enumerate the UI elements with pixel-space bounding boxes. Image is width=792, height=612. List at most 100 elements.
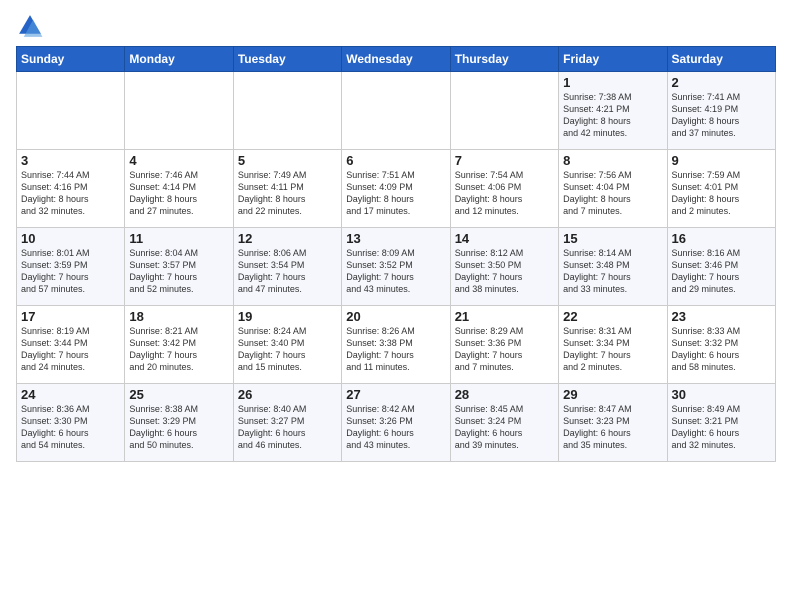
calendar-cell: 24Sunrise: 8:36 AM Sunset: 3:30 PM Dayli… (17, 384, 125, 462)
day-info: Sunrise: 8:12 AM Sunset: 3:50 PM Dayligh… (455, 247, 554, 296)
calendar-cell: 21Sunrise: 8:29 AM Sunset: 3:36 PM Dayli… (450, 306, 558, 384)
calendar-cell: 20Sunrise: 8:26 AM Sunset: 3:38 PM Dayli… (342, 306, 450, 384)
day-info: Sunrise: 8:01 AM Sunset: 3:59 PM Dayligh… (21, 247, 120, 296)
day-info: Sunrise: 8:47 AM Sunset: 3:23 PM Dayligh… (563, 403, 662, 452)
day-info: Sunrise: 8:33 AM Sunset: 3:32 PM Dayligh… (672, 325, 771, 374)
day-info: Sunrise: 8:42 AM Sunset: 3:26 PM Dayligh… (346, 403, 445, 452)
calendar-week-2: 3Sunrise: 7:44 AM Sunset: 4:16 PM Daylig… (17, 150, 776, 228)
calendar-cell: 28Sunrise: 8:45 AM Sunset: 3:24 PM Dayli… (450, 384, 558, 462)
col-header-thursday: Thursday (450, 47, 558, 72)
calendar-cell: 22Sunrise: 8:31 AM Sunset: 3:34 PM Dayli… (559, 306, 667, 384)
calendar-cell: 29Sunrise: 8:47 AM Sunset: 3:23 PM Dayli… (559, 384, 667, 462)
calendar-cell: 5Sunrise: 7:49 AM Sunset: 4:11 PM Daylig… (233, 150, 341, 228)
calendar-cell: 25Sunrise: 8:38 AM Sunset: 3:29 PM Dayli… (125, 384, 233, 462)
day-number: 22 (563, 309, 662, 324)
day-number: 25 (129, 387, 228, 402)
calendar-cell: 16Sunrise: 8:16 AM Sunset: 3:46 PM Dayli… (667, 228, 775, 306)
day-number: 23 (672, 309, 771, 324)
col-header-saturday: Saturday (667, 47, 775, 72)
calendar-week-5: 24Sunrise: 8:36 AM Sunset: 3:30 PM Dayli… (17, 384, 776, 462)
day-number: 7 (455, 153, 554, 168)
day-number: 6 (346, 153, 445, 168)
col-header-friday: Friday (559, 47, 667, 72)
day-number: 18 (129, 309, 228, 324)
calendar-cell: 9Sunrise: 7:59 AM Sunset: 4:01 PM Daylig… (667, 150, 775, 228)
day-info: Sunrise: 8:36 AM Sunset: 3:30 PM Dayligh… (21, 403, 120, 452)
day-info: Sunrise: 8:09 AM Sunset: 3:52 PM Dayligh… (346, 247, 445, 296)
day-number: 20 (346, 309, 445, 324)
day-number: 9 (672, 153, 771, 168)
calendar-cell (233, 72, 341, 150)
day-number: 5 (238, 153, 337, 168)
col-header-monday: Monday (125, 47, 233, 72)
calendar-cell: 11Sunrise: 8:04 AM Sunset: 3:57 PM Dayli… (125, 228, 233, 306)
calendar-cell: 7Sunrise: 7:54 AM Sunset: 4:06 PM Daylig… (450, 150, 558, 228)
day-number: 19 (238, 309, 337, 324)
day-info: Sunrise: 7:44 AM Sunset: 4:16 PM Dayligh… (21, 169, 120, 218)
day-number: 1 (563, 75, 662, 90)
calendar-cell (450, 72, 558, 150)
day-number: 3 (21, 153, 120, 168)
day-number: 29 (563, 387, 662, 402)
day-info: Sunrise: 8:45 AM Sunset: 3:24 PM Dayligh… (455, 403, 554, 452)
calendar-week-3: 10Sunrise: 8:01 AM Sunset: 3:59 PM Dayli… (17, 228, 776, 306)
calendar-cell: 1Sunrise: 7:38 AM Sunset: 4:21 PM Daylig… (559, 72, 667, 150)
day-info: Sunrise: 7:46 AM Sunset: 4:14 PM Dayligh… (129, 169, 228, 218)
day-number: 11 (129, 231, 228, 246)
calendar-cell: 10Sunrise: 8:01 AM Sunset: 3:59 PM Dayli… (17, 228, 125, 306)
calendar-cell: 15Sunrise: 8:14 AM Sunset: 3:48 PM Dayli… (559, 228, 667, 306)
day-info: Sunrise: 7:54 AM Sunset: 4:06 PM Dayligh… (455, 169, 554, 218)
day-info: Sunrise: 8:40 AM Sunset: 3:27 PM Dayligh… (238, 403, 337, 452)
day-number: 2 (672, 75, 771, 90)
day-info: Sunrise: 8:04 AM Sunset: 3:57 PM Dayligh… (129, 247, 228, 296)
day-number: 4 (129, 153, 228, 168)
day-info: Sunrise: 8:38 AM Sunset: 3:29 PM Dayligh… (129, 403, 228, 452)
logo (16, 12, 48, 40)
day-number: 17 (21, 309, 120, 324)
day-number: 14 (455, 231, 554, 246)
calendar-cell: 8Sunrise: 7:56 AM Sunset: 4:04 PM Daylig… (559, 150, 667, 228)
col-header-tuesday: Tuesday (233, 47, 341, 72)
calendar-cell: 19Sunrise: 8:24 AM Sunset: 3:40 PM Dayli… (233, 306, 341, 384)
calendar-cell: 17Sunrise: 8:19 AM Sunset: 3:44 PM Dayli… (17, 306, 125, 384)
calendar-cell (125, 72, 233, 150)
calendar-cell: 18Sunrise: 8:21 AM Sunset: 3:42 PM Dayli… (125, 306, 233, 384)
calendar-cell: 4Sunrise: 7:46 AM Sunset: 4:14 PM Daylig… (125, 150, 233, 228)
day-info: Sunrise: 8:19 AM Sunset: 3:44 PM Dayligh… (21, 325, 120, 374)
day-info: Sunrise: 8:16 AM Sunset: 3:46 PM Dayligh… (672, 247, 771, 296)
day-info: Sunrise: 7:38 AM Sunset: 4:21 PM Dayligh… (563, 91, 662, 140)
header (16, 12, 776, 40)
calendar-cell (17, 72, 125, 150)
calendar-cell: 2Sunrise: 7:41 AM Sunset: 4:19 PM Daylig… (667, 72, 775, 150)
day-info: Sunrise: 8:14 AM Sunset: 3:48 PM Dayligh… (563, 247, 662, 296)
day-number: 27 (346, 387, 445, 402)
day-number: 10 (21, 231, 120, 246)
calendar-cell: 13Sunrise: 8:09 AM Sunset: 3:52 PM Dayli… (342, 228, 450, 306)
day-number: 24 (21, 387, 120, 402)
calendar-cell: 12Sunrise: 8:06 AM Sunset: 3:54 PM Dayli… (233, 228, 341, 306)
day-info: Sunrise: 7:49 AM Sunset: 4:11 PM Dayligh… (238, 169, 337, 218)
day-info: Sunrise: 7:41 AM Sunset: 4:19 PM Dayligh… (672, 91, 771, 140)
calendar-cell: 23Sunrise: 8:33 AM Sunset: 3:32 PM Dayli… (667, 306, 775, 384)
col-header-sunday: Sunday (17, 47, 125, 72)
day-number: 21 (455, 309, 554, 324)
day-info: Sunrise: 8:21 AM Sunset: 3:42 PM Dayligh… (129, 325, 228, 374)
calendar-week-4: 17Sunrise: 8:19 AM Sunset: 3:44 PM Dayli… (17, 306, 776, 384)
page-container: SundayMondayTuesdayWednesdayThursdayFrid… (0, 0, 792, 470)
logo-icon (16, 12, 44, 40)
calendar-cell (342, 72, 450, 150)
day-number: 13 (346, 231, 445, 246)
day-info: Sunrise: 7:59 AM Sunset: 4:01 PM Dayligh… (672, 169, 771, 218)
day-number: 30 (672, 387, 771, 402)
day-info: Sunrise: 8:49 AM Sunset: 3:21 PM Dayligh… (672, 403, 771, 452)
day-info: Sunrise: 8:31 AM Sunset: 3:34 PM Dayligh… (563, 325, 662, 374)
calendar-cell: 30Sunrise: 8:49 AM Sunset: 3:21 PM Dayli… (667, 384, 775, 462)
calendar-cell: 26Sunrise: 8:40 AM Sunset: 3:27 PM Dayli… (233, 384, 341, 462)
day-number: 8 (563, 153, 662, 168)
calendar-week-1: 1Sunrise: 7:38 AM Sunset: 4:21 PM Daylig… (17, 72, 776, 150)
day-number: 16 (672, 231, 771, 246)
day-number: 26 (238, 387, 337, 402)
day-number: 28 (455, 387, 554, 402)
calendar-cell: 3Sunrise: 7:44 AM Sunset: 4:16 PM Daylig… (17, 150, 125, 228)
day-info: Sunrise: 8:06 AM Sunset: 3:54 PM Dayligh… (238, 247, 337, 296)
